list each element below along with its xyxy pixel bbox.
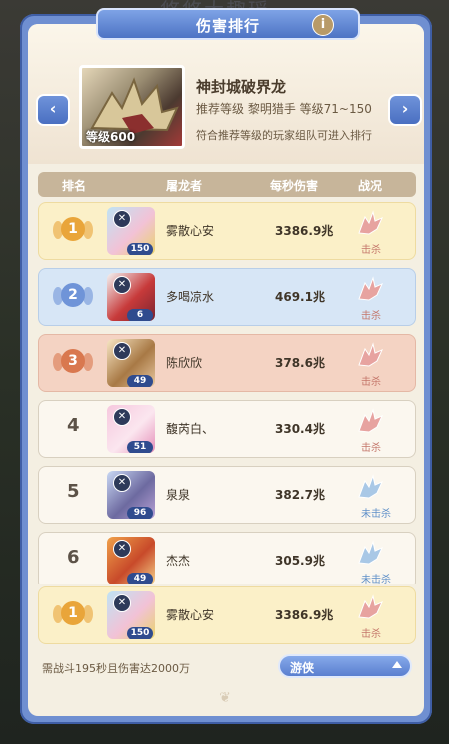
boss-name: 神封城破界龙: [196, 78, 287, 96]
player-name: 杰杰: [166, 554, 191, 568]
kill-status: 击杀: [361, 443, 381, 454]
avatar[interactable]: ✕ 150: [107, 591, 155, 639]
player-name: 馥芮白、: [166, 422, 215, 436]
player-level: 150: [127, 243, 153, 255]
class-select[interactable]: 游侠: [278, 654, 412, 678]
player-level: 96: [127, 507, 153, 519]
kill-status: 击杀: [361, 245, 381, 256]
class-icon: ✕: [113, 342, 131, 360]
player-level: 49: [127, 375, 153, 387]
dragon-icon: [355, 341, 385, 369]
dragon-icon: [355, 209, 385, 237]
dragon-icon: [355, 275, 385, 303]
avatar[interactable]: ✕ 150: [107, 207, 155, 255]
player-name: 多喝凉水: [166, 290, 215, 304]
player-dps: 305.9兆: [275, 554, 325, 568]
next-boss-button[interactable]: ›: [388, 94, 422, 126]
dragon-icon: [355, 539, 385, 567]
kill-status: 未击杀: [361, 509, 391, 520]
requirement-text: 需战斗195秒且伤害达2000万: [42, 662, 190, 675]
player-level: 6: [127, 309, 153, 321]
player-dps: 3386.9兆: [275, 224, 334, 238]
rank-number: 3: [61, 349, 85, 373]
rank-medal-icon: 3: [53, 345, 93, 379]
avatar[interactable]: ✕ 49: [107, 537, 155, 584]
ranking-list[interactable]: 1 ✕ 150 雾散心安 3386.9兆 击杀 2 ✕ 6 多喝凉水 469.1兆 击杀 3 ✕ 49 陈欣欣…: [38, 202, 416, 584]
rank-number: 1: [61, 217, 85, 241]
ranking-row[interactable]: 3 ✕ 49 陈欣欣 378.6兆击杀: [38, 334, 416, 392]
dragon-icon: [355, 473, 385, 501]
caret-up-icon: [392, 661, 402, 668]
ranking-row[interactable]: 2 ✕ 6 多喝凉水 469.1兆 击杀: [38, 268, 416, 326]
rank-medal-icon: 1: [53, 597, 93, 631]
player-name: 雾散心安: [166, 224, 215, 238]
class-icon: ✕: [113, 210, 131, 228]
header-status: 战况: [358, 179, 383, 193]
dragon-icon: [355, 407, 385, 435]
kill-status: 未击杀: [361, 575, 391, 584]
header-dps: 每秒伤害: [270, 179, 319, 193]
rank-medal-icon: 2: [53, 279, 93, 313]
avatar[interactable]: ✕ 49: [107, 339, 155, 387]
rank-number: 4: [67, 415, 80, 436]
avatar[interactable]: ✕ 96: [107, 471, 155, 519]
prev-boss-button[interactable]: ‹: [36, 94, 70, 126]
player-level: 150: [127, 627, 153, 639]
class-icon: ✕: [113, 594, 131, 612]
player-name: 泉泉: [166, 488, 191, 502]
class-icon: ✕: [113, 540, 131, 558]
player-level: 51: [127, 441, 153, 453]
kill-status: 击杀: [361, 629, 381, 640]
rank-number: 5: [67, 481, 80, 502]
player-dps: 469.1兆: [275, 290, 325, 304]
boss-note: 符合推荐等级的玩家组队可进入排行: [196, 129, 372, 142]
ranking-row[interactable]: 5 ✕ 96 泉泉 382.7兆未击杀: [38, 466, 416, 524]
player-dps: 378.6兆: [275, 356, 325, 370]
dragon-icon: [355, 593, 385, 621]
rank-number: 2: [61, 283, 85, 307]
player-dps: 330.4兆: [275, 422, 325, 436]
player-level: 49: [127, 573, 153, 584]
info-button[interactable]: i: [312, 14, 334, 36]
kill-status: 击杀: [361, 377, 381, 388]
avatar[interactable]: ✕ 51: [107, 405, 155, 453]
boss-level-badge: 等级600: [86, 130, 136, 144]
ranking-row[interactable]: 1 ✕ 150 雾散心安 3386.9兆击杀: [38, 586, 416, 644]
class-icon: ✕: [113, 408, 131, 426]
class-icon: ✕: [113, 474, 131, 492]
player-dps: 3386.9兆: [275, 608, 334, 622]
class-icon: ✕: [113, 276, 131, 294]
ranking-row[interactable]: 4 ✕ 51 馥芮白、 330.4兆击杀: [38, 400, 416, 458]
ranking-row[interactable]: 1 ✕ 150 雾散心安 3386.9兆击杀: [38, 202, 416, 260]
player-name: 陈欣欣: [166, 356, 203, 370]
player-name: 雾散心安: [166, 608, 215, 622]
table-header: 排名 屠龙者 每秒伤害 战况: [38, 172, 416, 197]
my-ranking-row: 1 ✕ 150 雾散心安 3386.9兆击杀: [38, 586, 416, 644]
rank-number: 6: [67, 547, 80, 568]
rank-medal-icon: 1: [53, 213, 93, 247]
avatar[interactable]: ✕ 6: [107, 273, 155, 321]
kill-status: 击杀: [361, 311, 381, 322]
class-select-value: 游侠: [290, 661, 315, 675]
player-dps: 382.7兆: [275, 488, 325, 502]
header-slayer: 屠龙者: [166, 179, 203, 193]
rank-number: 1: [61, 601, 85, 625]
header-rank: 排名: [62, 179, 87, 193]
ornament-icon: ❦: [219, 690, 231, 706]
boss-recommend: 推荐等级 黎明猎手 等级71~150: [196, 102, 372, 116]
ranking-row[interactable]: 6 ✕ 49 杰杰 305.9兆未击杀: [38, 532, 416, 584]
